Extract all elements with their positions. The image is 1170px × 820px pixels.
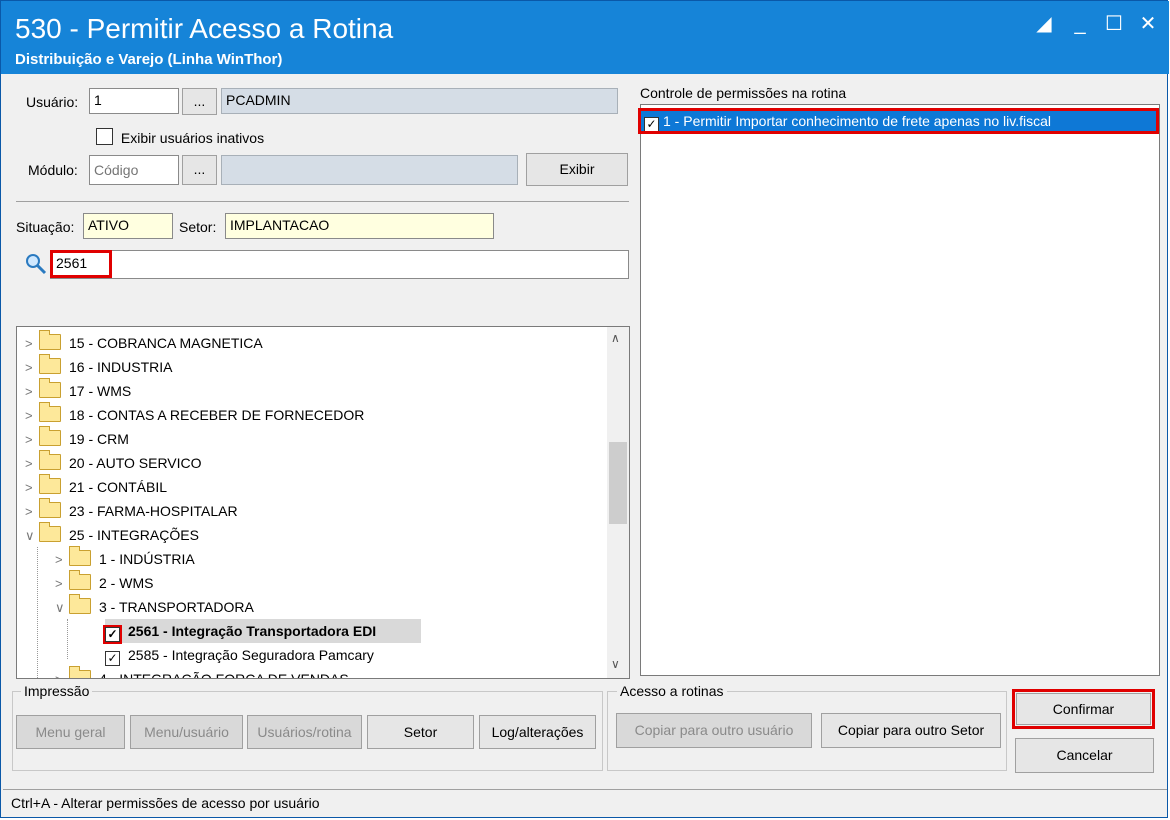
folder-open-icon	[69, 594, 91, 614]
folder-icon	[39, 330, 61, 350]
scroll-up-icon[interactable]: ∧	[611, 331, 620, 345]
confirm-button[interactable]: Confirmar	[1012, 689, 1155, 729]
tree-item-label: 4 - INTEGRAÇÃO FORÇA DE VENDAS	[99, 671, 349, 679]
tree-item[interactable]: >20 - AUTO SERVICO	[25, 450, 202, 475]
search-icon	[25, 253, 47, 275]
status-bar: Ctrl+A - Alterar permissões de acesso po…	[3, 789, 1167, 816]
situation-field: ATIVO	[83, 213, 173, 239]
permission-item[interactable]: ✓ 1 - Permitir Importar conhecimento de f…	[638, 108, 1159, 134]
title-bar: 530 - Permitir Acesso a Rotina Distribui…	[1, 1, 1169, 74]
tree-item-label: 15 - COBRANCA MAGNETICA	[69, 335, 263, 351]
folder-icon	[39, 354, 61, 374]
print-group-title: Impressão	[21, 683, 93, 699]
tree-item-selected[interactable]: ✓ 2561 - Integração Transportadora EDI	[103, 619, 421, 644]
tree-item-label: 1 - INDÚSTRIA	[99, 551, 195, 567]
copy-to-sector-button[interactable]: Copiar para outro Setor	[821, 713, 1001, 748]
window-title: 530 - Permitir Acesso a Rotina	[15, 13, 394, 44]
tree-item[interactable]: >16 - INDUSTRIA	[25, 354, 173, 379]
tree-item-label: 18 - CONTAS A RECEBER DE FORNECEDOR	[69, 407, 365, 423]
tree-item-label: 2561 - Integração Transportadora EDI	[128, 623, 377, 639]
scroll-thumb[interactable]	[609, 442, 627, 524]
tree-item[interactable]: >21 - CONTÁBIL	[25, 474, 168, 499]
menu-user-button[interactable]: Menu/usuário	[130, 715, 243, 749]
maximize-icon[interactable]: ☐	[1101, 11, 1127, 37]
sector-field: IMPLANTACAO	[225, 213, 494, 239]
sector-label: Setor:	[179, 219, 217, 235]
tree-item-label: 19 - CRM	[69, 431, 129, 447]
menu-general-button[interactable]: Menu geral	[16, 715, 125, 749]
tree-scrollbar[interactable]: ∧ ∨	[607, 327, 629, 678]
tree-item-label: 23 - FARMA-HOSPITALAR	[69, 503, 238, 519]
tree-item[interactable]: >1 - INDÚSTRIA	[55, 546, 195, 571]
folder-icon	[69, 546, 91, 566]
user-lookup-button[interactable]: ...	[182, 88, 217, 115]
folder-icon	[39, 498, 61, 518]
module-label: Módulo:	[28, 162, 78, 178]
checkbox-icon[interactable]	[96, 128, 113, 145]
sector-button[interactable]: Setor	[367, 715, 474, 749]
permissions-list[interactable]: ✓ 1 - Permitir Importar conhecimento de f…	[638, 104, 1160, 676]
situation-label: Situação:	[16, 219, 75, 235]
tree-item[interactable]: >19 - CRM	[25, 426, 129, 451]
tree-item[interactable]: >2 - WMS	[55, 570, 154, 595]
show-button[interactable]: Exibir	[526, 153, 628, 186]
tree-item[interactable]: >4 - INTEGRAÇÃO FORÇA DE VENDAS	[55, 666, 349, 679]
tree-item-label: 3 - TRANSPORTADORA	[99, 599, 254, 615]
tree-item[interactable]: ∨ 3 - TRANSPORTADORA	[55, 594, 254, 619]
tree-item-label: 25 - INTEGRAÇÕES	[69, 527, 199, 543]
tree-item[interactable]: >17 - WMS	[25, 378, 132, 403]
user-name-field: PCADMIN	[221, 88, 618, 114]
folder-icon	[39, 402, 61, 422]
users-routine-button[interactable]: Usuários/rotina	[247, 715, 362, 749]
copy-to-user-button[interactable]: Copiar para outro usuário	[616, 713, 812, 748]
access-group-title: Acesso a rotinas	[617, 683, 727, 699]
tree-item[interactable]: >18 - CONTAS A RECEBER DE FORNECEDOR	[25, 402, 365, 427]
minimize-icon[interactable]: _	[1067, 11, 1093, 37]
folder-icon	[39, 474, 61, 494]
tree-item-label: 21 - CONTÁBIL	[69, 479, 168, 495]
tree-item[interactable]: >23 - FARMA-HOSPITALAR	[25, 498, 238, 523]
user-code-field[interactable]: 1	[89, 88, 179, 114]
scroll-down-icon[interactable]: ∨	[611, 657, 620, 671]
folder-icon	[39, 450, 61, 470]
permission-label: 1 - Permitir Importar conhecimento de fr…	[663, 113, 1052, 129]
tree-item[interactable]: ∨ 25 - INTEGRAÇÕES	[25, 522, 199, 547]
tree-guide	[67, 619, 69, 659]
module-lookup-button[interactable]: ...	[182, 155, 217, 185]
folder-icon	[39, 378, 61, 398]
tree-item[interactable]: >15 - COBRANCA MAGNETICA	[25, 330, 263, 355]
log-changes-button[interactable]: Log/alterações	[479, 715, 596, 749]
show-inactive-label: Exibir usuários inativos	[120, 130, 265, 146]
checkbox-checked-icon[interactable]: ✓	[644, 117, 659, 132]
divider	[16, 201, 629, 202]
cancel-button[interactable]: Cancelar	[1015, 738, 1154, 773]
tree-guide	[37, 547, 39, 678]
window-subtitle: Distribuição e Varejo (Linha WinThor)	[15, 51, 283, 68]
show-inactive-checkbox[interactable]: Exibir usuários inativos	[96, 128, 264, 146]
tree-item-label: 16 - INDUSTRIA	[69, 359, 173, 375]
module-name-field	[221, 155, 518, 185]
routine-tree[interactable]: >15 - COBRANCA MAGNETICA >16 - INDUSTRIA…	[16, 326, 630, 679]
user-label: Usuário:	[26, 94, 79, 110]
tree-item-label: 2 - WMS	[99, 575, 154, 591]
restore-icon[interactable]: ◢	[1031, 11, 1057, 37]
tree-item-label: 2585 - Integração Seguradora Pamcary	[128, 647, 374, 663]
folder-icon	[69, 666, 91, 678]
checkbox-checked-icon[interactable]: ✓	[105, 651, 120, 666]
folder-open-icon	[39, 522, 61, 542]
tree-item-label: 17 - WMS	[69, 383, 132, 399]
main-window: 530 - Permitir Acesso a Rotina Distribui…	[0, 0, 1169, 818]
search-value: 2561	[50, 250, 112, 278]
tree-item-label: 20 - AUTO SERVICO	[69, 455, 202, 471]
close-icon[interactable]: ✕	[1135, 11, 1161, 37]
search-input[interactable]: 2561	[50, 250, 629, 279]
tree-item[interactable]: ✓ 2585 - Integração Seguradora Pamcary	[105, 643, 374, 667]
folder-icon	[39, 426, 61, 446]
checkbox-checked-icon[interactable]: ✓	[103, 625, 122, 644]
module-code-input[interactable]	[89, 155, 179, 185]
folder-icon	[69, 570, 91, 590]
permissions-title: Controle de permissões na rotina	[640, 85, 847, 101]
